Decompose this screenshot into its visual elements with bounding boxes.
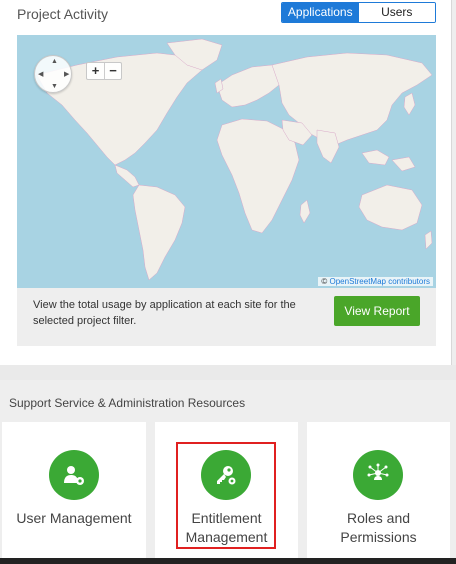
roles-permissions-card[interactable]: Roles and Permissions bbox=[307, 422, 450, 564]
network-people-icon bbox=[353, 450, 403, 500]
report-description: View the total usage by application at e… bbox=[33, 299, 296, 327]
world-map-graphic bbox=[36, 38, 433, 281]
project-activity-panel: Project Activity Applications Users ▲ ▼ … bbox=[0, 0, 452, 365]
map-attribution: © OpenStreetMap contributors bbox=[318, 277, 433, 286]
pan-right-icon[interactable]: ▶ bbox=[64, 70, 69, 78]
applications-tab[interactable]: Applications bbox=[282, 3, 359, 22]
users-tab[interactable]: Users bbox=[358, 3, 435, 22]
attribution-prefix: © bbox=[321, 277, 328, 286]
support-section-title: Support Service & Administration Resourc… bbox=[9, 396, 246, 410]
roles-permissions-text: Roles and Permissions bbox=[340, 510, 417, 545]
roles-permissions-label: Roles and Permissions bbox=[307, 509, 450, 547]
view-toggle: Applications Users bbox=[281, 2, 436, 23]
section-divider bbox=[0, 365, 456, 380]
zoom-control: + − bbox=[86, 62, 122, 80]
world-map[interactable]: ▲ ▼ ◀ ▶ + − © OpenStreetMap contributors bbox=[17, 35, 436, 288]
zoom-in-button[interactable]: + bbox=[87, 63, 104, 79]
bottom-edge-bar bbox=[0, 558, 456, 564]
selection-highlight bbox=[176, 442, 276, 549]
view-report-button[interactable]: View Report bbox=[334, 296, 420, 326]
report-info-box: View the total usage by application at e… bbox=[17, 288, 436, 346]
zoom-out-button[interactable]: − bbox=[104, 63, 121, 79]
pan-control[interactable]: ▲ ▼ ◀ ▶ bbox=[34, 55, 72, 93]
user-management-card[interactable]: User Management bbox=[2, 422, 146, 564]
pan-up-icon[interactable]: ▲ bbox=[51, 58, 58, 65]
user-management-label: User Management bbox=[16, 510, 132, 526]
pan-down-icon[interactable]: ▼ bbox=[51, 83, 58, 90]
user-gear-icon bbox=[49, 450, 99, 500]
pan-left-icon[interactable]: ◀ bbox=[38, 70, 43, 78]
attribution-link[interactable]: OpenStreetMap contributors bbox=[330, 277, 431, 286]
panel-title: Project Activity bbox=[17, 6, 109, 22]
